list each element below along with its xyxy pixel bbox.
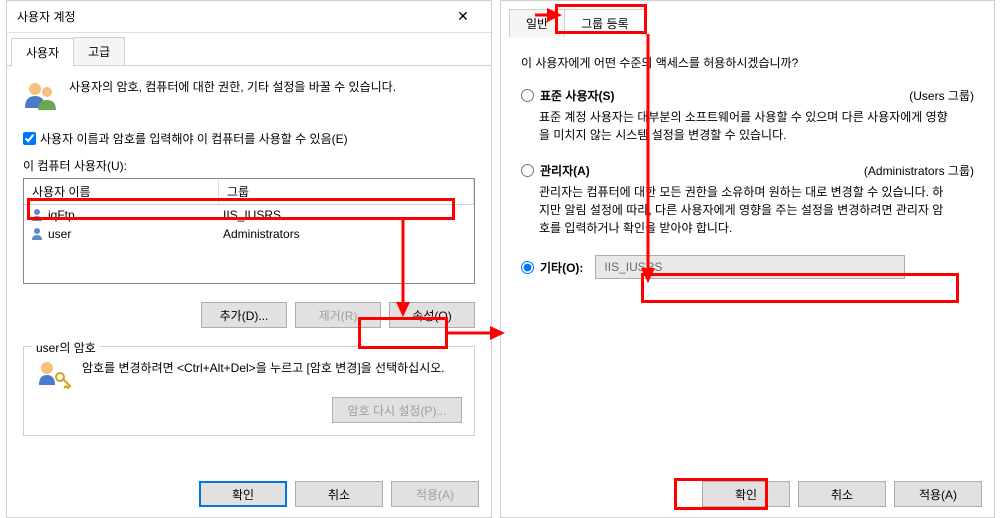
dialog-title: 사용자 계정: [17, 8, 445, 25]
standard-hint: (Users 그룹): [909, 87, 974, 104]
users-icon: [23, 78, 59, 114]
username-cell: iqFtp: [48, 208, 223, 222]
apply-button[interactable]: 적용(A): [894, 481, 982, 507]
col-group[interactable]: 그룹: [219, 179, 474, 204]
password-text: 암호를 변경하려면 <Ctrl+Alt+Del>을 누르고 [암호 변경]을 선…: [82, 359, 445, 376]
other-group-combo[interactable]: IIS_IUSRS: [595, 255, 905, 279]
add-button[interactable]: 추가(D)...: [201, 302, 287, 328]
fieldset-legend: user의 암호: [32, 339, 100, 356]
combo-value: IIS_IUSRS: [604, 260, 662, 274]
group-cell: IIS_IUSRS: [223, 208, 468, 222]
radio-admin-label: 관리자(A): [540, 162, 590, 179]
tab-group-membership[interactable]: 그룹 등록: [564, 9, 646, 37]
access-prompt: 이 사용자에게 어떤 수준의 액세스를 허용하시겠습니까?: [521, 54, 974, 71]
table-row[interactable]: user Administrators: [24, 224, 474, 243]
tab-advanced[interactable]: 고급: [73, 37, 125, 65]
username-cell: user: [48, 227, 223, 241]
properties-button[interactable]: 속성(O): [389, 302, 475, 328]
key-icon: [36, 359, 72, 389]
right-content: 이 사용자에게 어떤 수준의 액세스를 허용하시겠습니까? 표준 사용자(S) …: [501, 38, 994, 295]
user-icon: [30, 208, 44, 222]
table-header: 사용자 이름 그룹: [24, 179, 474, 205]
radio-other-label: 기타(O):: [540, 259, 583, 276]
admin-desc: 관리자는 컴퓨터에 대한 모든 권한을 소유하며 원하는 대로 변경할 수 있습…: [539, 183, 974, 237]
content-area: 사용자의 암호, 컴퓨터에 대한 권한, 기타 설정을 바꿀 수 있습니다. 사…: [7, 66, 491, 448]
properties-dialog: 일반 그룹 등록 이 사용자에게 어떤 수준의 액세스를 허용하시겠습니까? 표…: [500, 0, 995, 518]
col-username[interactable]: 사용자 이름: [24, 179, 219, 204]
cancel-button[interactable]: 취소: [295, 481, 383, 507]
ok-button[interactable]: 확인: [702, 481, 790, 507]
apply-button: 적용(A): [391, 481, 479, 507]
ok-button[interactable]: 확인: [199, 481, 287, 507]
tabs: 사용자 고급: [7, 37, 491, 66]
radio-standard-label: 표준 사용자(S): [540, 87, 615, 104]
tab-general[interactable]: 일반: [509, 9, 565, 37]
radio-other[interactable]: [521, 261, 534, 274]
info-text: 사용자의 암호, 컴퓨터에 대한 권한, 기타 설정을 바꿀 수 있습니다.: [69, 78, 396, 95]
user-accounts-dialog: 사용자 계정 ✕ 사용자 고급 사용자의 암호, 컴퓨터에 대한 권한, 기타 …: [6, 0, 492, 518]
table-row[interactable]: iqFtp IIS_IUSRS: [24, 205, 474, 224]
checkbox-label: 사용자 이름과 암호를 입력해야 이 컴퓨터를 사용할 수 있음(E): [40, 130, 348, 147]
titlebar: 사용자 계정 ✕: [7, 1, 491, 33]
close-icon[interactable]: ✕: [445, 3, 481, 31]
users-table: 사용자 이름 그룹 iqFtp IIS_IUSRS user Administr…: [23, 178, 475, 284]
reset-password-button: 암호 다시 설정(P)...: [332, 397, 462, 423]
cancel-button[interactable]: 취소: [798, 481, 886, 507]
user-icon: [30, 227, 44, 241]
password-fieldset: user의 암호 암호를 변경하려면 <Ctrl+Alt+Del>을 누르고 […: [23, 346, 475, 436]
admin-hint: (Administrators 그룹): [864, 162, 974, 179]
right-tabs: 일반 그룹 등록: [501, 9, 994, 38]
radio-standard[interactable]: [521, 89, 534, 102]
require-login-checkbox[interactable]: [23, 132, 36, 145]
group-cell: Administrators: [223, 227, 468, 241]
tab-users[interactable]: 사용자: [11, 38, 74, 66]
users-list-label: 이 컴퓨터 사용자(U):: [23, 157, 475, 174]
remove-button: 제거(R): [295, 302, 381, 328]
radio-admin[interactable]: [521, 164, 534, 177]
standard-desc: 표준 계정 사용자는 대부분의 소프트웨어를 사용할 수 있으며 다른 사용자에…: [539, 108, 974, 144]
